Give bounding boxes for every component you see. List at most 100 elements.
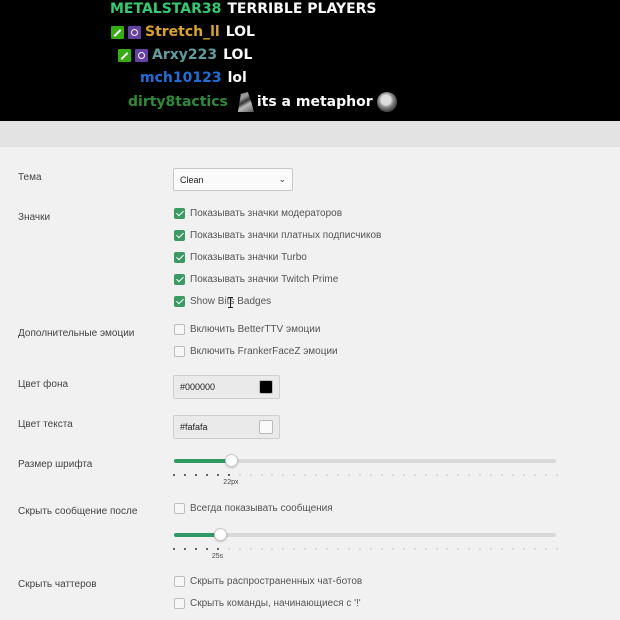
- slider-tick: [260, 548, 263, 550]
- checkbox-unchecked[interactable]: [174, 503, 185, 514]
- slider-tick: [391, 548, 394, 550]
- checkbox-unchecked[interactable]: [174, 598, 185, 609]
- slider-tick: [533, 548, 536, 550]
- slider-tick: [326, 474, 329, 476]
- horizontal-scrollbar[interactable]: [0, 121, 620, 147]
- slider-tick: [501, 548, 504, 550]
- prime-icon: [128, 25, 141, 39]
- slider-tick: [413, 474, 416, 476]
- slider-tick: [173, 548, 175, 550]
- chat-message: LOL: [223, 47, 253, 63]
- slider-tick: [369, 474, 372, 476]
- slider-tick: [173, 474, 175, 476]
- checkbox-checked[interactable]: [174, 296, 185, 307]
- font-size-slider-fill: [174, 459, 232, 463]
- chat-username: Arxy223: [152, 47, 218, 63]
- hide-after-slider-ticks: [173, 548, 558, 551]
- option-text: Включить FrankerFaceZ эмоции: [190, 346, 338, 357]
- font-size-label: Размер шрифта: [18, 459, 93, 470]
- slider-tick: [337, 548, 340, 550]
- slider-tick: [380, 548, 383, 550]
- slider-tick: [271, 548, 274, 550]
- moderator-icon: [118, 48, 131, 62]
- slider-tick: [479, 474, 482, 476]
- slider-tick: [194, 548, 197, 550]
- slider-tick: [457, 474, 460, 476]
- background-color-input[interactable]: #000000: [173, 375, 280, 399]
- slider-tick: [304, 548, 307, 550]
- emote-option-betterttv[interactable]: Включить BetterTTV эмоции: [174, 324, 320, 335]
- theme-select[interactable]: Clean ⌄: [173, 168, 293, 191]
- checkbox-unchecked[interactable]: [174, 324, 185, 335]
- chat-preview: METALSTAR38 TERRIBLE PLAYERS Stretch_ll …: [0, 0, 620, 121]
- hide-after-slider-thumb[interactable]: [213, 528, 227, 541]
- slider-tick: [216, 548, 219, 550]
- slider-tick: [293, 474, 296, 476]
- slider-tick: [326, 548, 329, 550]
- checkbox-unchecked[interactable]: [174, 576, 185, 587]
- background-color-swatch[interactable]: [259, 380, 273, 394]
- background-color-value: #000000: [180, 382, 216, 392]
- slider-tick: [402, 474, 405, 476]
- option-text: Всегда показывать сообщения: [190, 503, 333, 514]
- hide-bots-option[interactable]: Скрыть распространенных чат-ботов: [174, 576, 362, 587]
- slider-tick: [391, 474, 394, 476]
- background-color-label: Цвет фона: [18, 379, 69, 390]
- text-color-swatch[interactable]: [259, 420, 273, 434]
- checkbox-unchecked[interactable]: [174, 346, 185, 357]
- slider-tick: [468, 474, 471, 476]
- emotes-label: Дополнительные эмоции: [18, 328, 135, 339]
- option-text: Показывать значки модераторов: [190, 208, 343, 219]
- slider-tick: [490, 548, 493, 550]
- slider-tick: [348, 474, 350, 476]
- checkbox-checked[interactable]: [174, 274, 185, 285]
- chat-message: LOL: [225, 24, 255, 40]
- emote-icon: [376, 92, 397, 112]
- option-text: Показывать значки Turbo: [190, 252, 307, 263]
- chat-username: dirty8tactics: [128, 94, 228, 110]
- badge-option-moderators[interactable]: Показывать значки модераторов: [174, 208, 342, 219]
- checkbox-checked[interactable]: [174, 230, 185, 241]
- slider-tick: [479, 548, 482, 550]
- slider-tick: [435, 474, 438, 476]
- slider-tick: [304, 474, 307, 476]
- slider-tick: [544, 474, 547, 476]
- hide-after-label: Скрыть сообщение после: [18, 506, 138, 517]
- slider-tick: [183, 474, 186, 476]
- hide-after-slider-fill: [174, 533, 220, 537]
- font-size-slider-ticks: [173, 474, 558, 477]
- chat-username: METALSTAR38: [110, 1, 222, 17]
- hide-after-slider-track[interactable]: [174, 533, 556, 537]
- badge-option-subscribers[interactable]: Показывать значки платных подписчиков: [174, 230, 381, 241]
- slider-tick: [249, 548, 252, 550]
- slider-tick: [369, 548, 372, 550]
- slider-tick: [555, 474, 558, 476]
- checkbox-checked[interactable]: [174, 252, 185, 263]
- emote-option-frankerfacez[interactable]: Включить FrankerFaceZ эмоции: [174, 346, 338, 357]
- hide-commands-option[interactable]: Скрыть команды, начинающиеся с '!': [174, 598, 361, 609]
- slider-tick: [380, 474, 383, 476]
- slider-tick: [282, 548, 285, 550]
- slider-tick: [249, 474, 252, 476]
- slider-tick: [358, 548, 361, 550]
- slider-tick: [238, 548, 241, 550]
- chevron-down-icon: ⌄: [278, 174, 286, 184]
- slider-tick: [533, 474, 536, 476]
- badge-option-prime[interactable]: Показывать значки Twitch Prime: [174, 274, 338, 285]
- always-show-option[interactable]: Всегда показывать сообщения: [174, 503, 333, 514]
- text-color-input[interactable]: #fafafa: [173, 415, 280, 439]
- chat-line: Stretch_ll LOL: [111, 21, 255, 43]
- slider-tick: [358, 474, 361, 476]
- chat-message: its a metaphor: [256, 94, 373, 110]
- slider-tick: [501, 474, 504, 476]
- slider-tick: [205, 548, 208, 550]
- emote-icon: [237, 92, 254, 112]
- badge-option-turbo[interactable]: Показывать значки Turbo: [174, 252, 307, 263]
- slider-tick: [402, 548, 405, 550]
- slider-tick: [446, 474, 449, 476]
- hide-chatters-label: Скрыть чаттеров: [18, 579, 97, 590]
- slider-tick: [348, 548, 350, 550]
- badge-option-bits[interactable]: Show Bits Badges: [174, 296, 271, 307]
- checkbox-checked[interactable]: [174, 208, 185, 219]
- slider-tick: [446, 548, 449, 550]
